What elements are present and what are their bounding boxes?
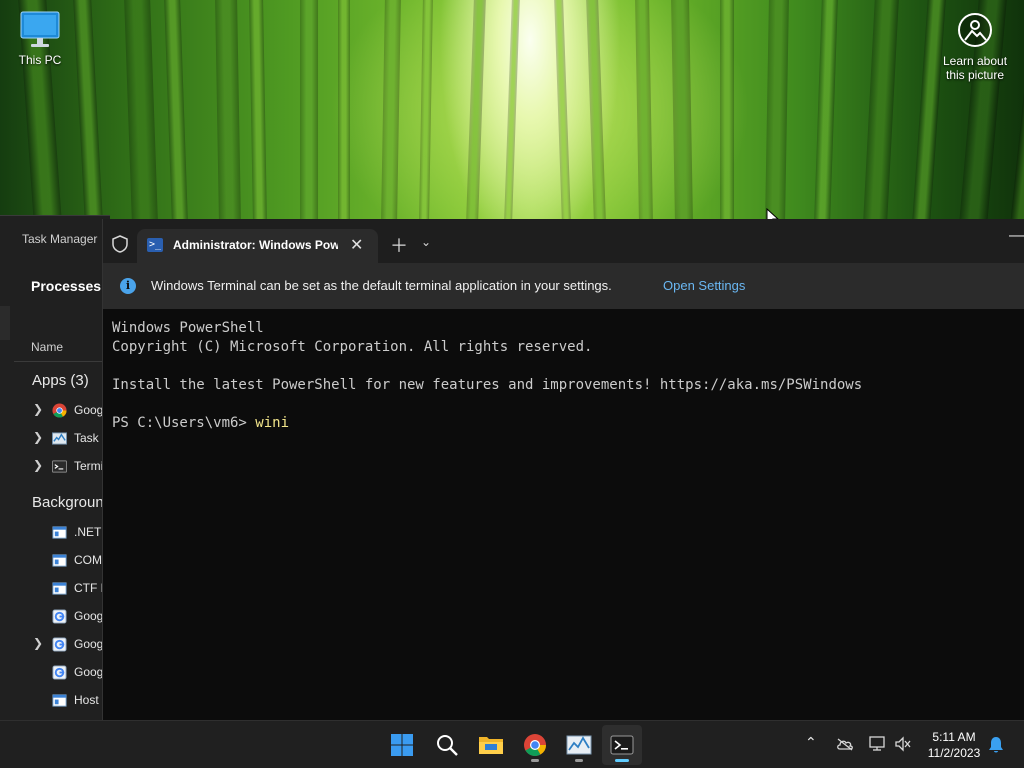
process-row[interactable]: CTF L xyxy=(0,577,110,601)
network-icon[interactable] xyxy=(868,736,886,752)
column-header-name[interactable]: Name xyxy=(31,340,63,354)
sidebar-selection-indicator xyxy=(0,306,10,340)
monitor-icon xyxy=(20,11,60,47)
system-clock[interactable]: 5:11 AM 11/2/2023 xyxy=(918,729,990,761)
powershell-icon: >_ xyxy=(147,238,163,252)
console-line: Copyright (C) Microsoft Corporation. All… xyxy=(112,339,593,355)
task-manager-icon xyxy=(52,432,67,445)
volume-muted-icon[interactable] xyxy=(894,736,912,752)
header-divider xyxy=(14,361,110,362)
service-icon xyxy=(52,526,67,539)
process-label: .NET xyxy=(74,525,102,539)
folder-icon xyxy=(479,737,503,754)
onedrive-icon[interactable] xyxy=(836,737,854,751)
tab-title: Administrator: Windows PowerShell xyxy=(173,238,338,252)
new-tab-button[interactable]: ＋ xyxy=(390,232,408,258)
service-icon xyxy=(52,694,67,707)
minimize-button[interactable]: — xyxy=(1009,227,1024,245)
section-apps: Apps (3) xyxy=(32,372,89,389)
desktop-icon-label: This PC xyxy=(18,53,62,67)
process-label: Host xyxy=(74,693,99,707)
info-icon: i xyxy=(120,278,136,294)
process-label: Task I xyxy=(74,431,106,445)
process-label: Goog xyxy=(74,665,104,679)
active-indicator xyxy=(615,759,629,762)
process-row[interactable]: Host xyxy=(0,689,110,713)
service-icon xyxy=(52,582,67,595)
bell-icon[interactable] xyxy=(988,736,1004,754)
process-label: Goog xyxy=(74,637,104,651)
camera-icon xyxy=(958,13,992,47)
google-updater-icon xyxy=(52,609,67,624)
process-label: Goog xyxy=(74,403,104,417)
google-updater-icon xyxy=(52,665,67,680)
infobar-message: Windows Terminal can be set as the defau… xyxy=(151,278,612,293)
chevron-right-icon[interactable]: ❯ xyxy=(33,636,43,650)
process-row[interactable]: ❯ Task I xyxy=(0,427,110,451)
open-settings-link[interactable]: Open Settings xyxy=(663,278,745,293)
nav-processes[interactable]: Processes xyxy=(31,278,101,294)
process-row[interactable]: Goog xyxy=(0,661,110,685)
chevron-down-icon[interactable]: ⌄ xyxy=(421,235,431,249)
typed-command[interactable]: wini xyxy=(255,415,289,431)
learn-label-line2: this picture xyxy=(945,68,1005,82)
chevron-right-icon[interactable]: ❯ xyxy=(33,430,43,444)
taskbar: ⌃ 5:11 AM 11/2/2023 xyxy=(0,720,1024,768)
process-label: COM xyxy=(74,553,102,567)
task-manager-title: Task Manager xyxy=(22,232,98,246)
learn-about-picture[interactable]: Learn about this picture xyxy=(938,12,1012,82)
console-line: Windows PowerShell xyxy=(112,320,264,336)
process-row[interactable]: ❯ Termi xyxy=(0,455,110,479)
terminal-window[interactable]: >_ Administrator: Windows PowerShell ✕ ＋… xyxy=(102,219,1024,720)
clock-time: 5:11 AM xyxy=(932,730,976,744)
prompt: PS C:\Users\vm6> xyxy=(112,415,256,431)
google-updater-icon xyxy=(52,637,67,652)
admin-shield-icon xyxy=(112,235,128,253)
process-label: Termi xyxy=(74,459,104,473)
console-output[interactable]: Windows PowerShell Copyright (C) Microsof… xyxy=(112,319,1017,433)
chrome-icon xyxy=(52,403,67,418)
section-background: Backgroun xyxy=(32,494,104,511)
learn-label-line1: Learn about xyxy=(942,54,1008,68)
chevron-up-icon[interactable]: ⌃ xyxy=(805,734,817,751)
process-label: Goog xyxy=(74,609,104,623)
terminal-button[interactable] xyxy=(602,725,642,765)
desktop-icon-this-pc[interactable]: This PC xyxy=(14,10,66,67)
process-row[interactable]: Goog xyxy=(0,605,110,629)
process-row[interactable]: .NET xyxy=(0,521,110,545)
running-indicator xyxy=(575,759,583,762)
process-row[interactable]: ❯ Goog xyxy=(0,399,110,423)
tab-powershell[interactable]: >_ Administrator: Windows PowerShell ✕ xyxy=(137,229,378,263)
task-manager-button[interactable] xyxy=(559,725,599,765)
default-terminal-infobar: i Windows Terminal can be set as the def… xyxy=(103,263,1024,309)
service-icon xyxy=(52,554,67,567)
task-manager-window[interactable]: Task Manager Processes Name Apps (3) ❯ G… xyxy=(0,215,110,720)
start-button[interactable] xyxy=(382,725,422,765)
chrome-button[interactable] xyxy=(515,725,555,765)
terminal-icon xyxy=(52,460,67,473)
console-line: Install the latest PowerShell for new fe… xyxy=(112,377,863,393)
file-explorer-button[interactable] xyxy=(471,725,511,765)
running-indicator xyxy=(531,759,539,762)
search-button[interactable] xyxy=(427,725,467,765)
chevron-right-icon[interactable]: ❯ xyxy=(33,458,43,472)
chevron-right-icon[interactable]: ❯ xyxy=(33,402,43,416)
process-row[interactable]: ❯ Goog xyxy=(0,633,110,657)
terminal-titlebar[interactable]: >_ Administrator: Windows PowerShell ✕ ＋… xyxy=(103,219,1024,263)
process-row[interactable]: COM xyxy=(0,549,110,573)
close-tab-button[interactable]: ✕ xyxy=(350,235,363,255)
windows-logo-icon xyxy=(391,734,413,756)
prompt-line[interactable]: PS C:\Users\vm6> wini xyxy=(112,414,1017,433)
clock-date: 11/2/2023 xyxy=(927,746,981,760)
search-icon xyxy=(437,735,458,756)
